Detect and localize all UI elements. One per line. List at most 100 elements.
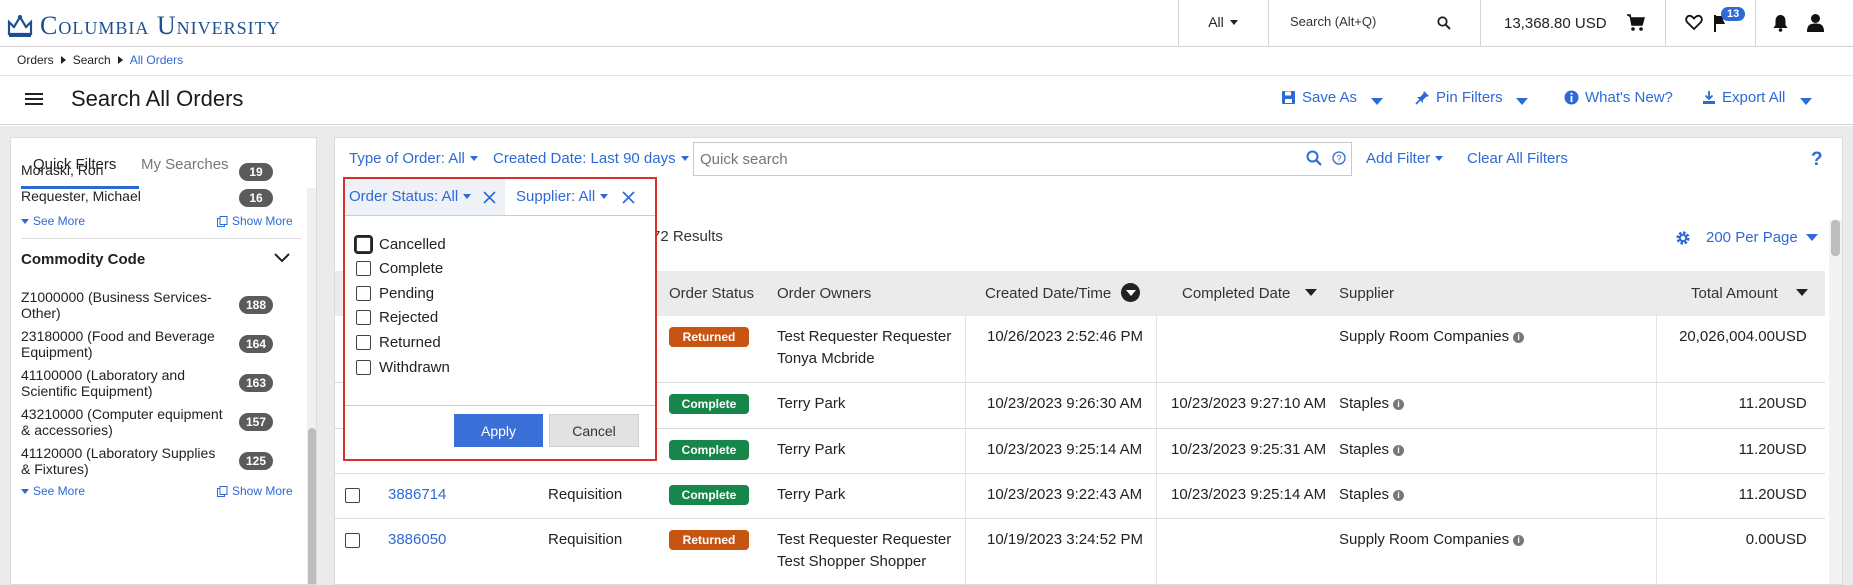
whats-new-button[interactable]: What's New? [1564, 89, 1673, 106]
chevron-down-icon [680, 156, 689, 161]
checkbox[interactable] [356, 360, 371, 375]
info-icon[interactable]: i [1393, 399, 1405, 410]
info-icon[interactable]: i [1513, 332, 1525, 343]
chevron-up-icon[interactable] [274, 253, 290, 263]
supplier-name[interactable]: Supply Room Companies i [1339, 529, 1525, 551]
supplier-name[interactable]: Staples i [1339, 393, 1405, 415]
search-scope-dropdown[interactable]: All [1178, 14, 1268, 30]
results-scrollbar-thumb[interactable] [1831, 220, 1840, 256]
status-option-pending[interactable]: Pending [356, 285, 434, 302]
status-option-cancelled[interactable]: Cancelled [354, 235, 446, 254]
column-header-completed-date[interactable]: Completed Date [1182, 285, 1290, 302]
commodity-code-heading[interactable]: Commodity Code [21, 251, 145, 268]
quick-search-field[interactable] [693, 142, 1352, 176]
pin-filters-button[interactable]: Pin Filters [1415, 89, 1503, 106]
column-header-order-status[interactable]: Order Status [669, 285, 754, 302]
hamburger-menu-icon[interactable] [25, 92, 43, 106]
export-all-button[interactable]: Export All [1702, 89, 1785, 106]
user-profile-icon[interactable] [1806, 13, 1825, 32]
status-badge: Returned [669, 530, 749, 550]
checkbox[interactable] [356, 310, 371, 325]
column-header-supplier[interactable]: Supplier [1339, 285, 1394, 302]
type-of-order-label: Type of Order: All [349, 150, 465, 167]
save-icon [1281, 90, 1296, 105]
order-number-link[interactable]: 3886050 [388, 529, 446, 551]
shopping-cart-icon[interactable] [1626, 13, 1646, 33]
filter-item-label: Requester, Michael [21, 188, 141, 204]
results-scrollbar-track[interactable] [1829, 220, 1842, 584]
created-date: 10/23/2023 9:22:43 AM [987, 486, 1143, 503]
status-option-complete[interactable]: Complete [356, 260, 443, 277]
supplier-name[interactable]: Supply Room Companies i [1339, 326, 1525, 348]
clear-all-filters-link[interactable]: Clear All Filters [1467, 150, 1568, 167]
status-option-returned[interactable]: Returned [356, 334, 441, 351]
remove-order-status-filter-icon[interactable] [483, 191, 496, 204]
status-badge: Complete [669, 440, 749, 460]
checkbox[interactable] [356, 335, 371, 350]
column-header-total-amount[interactable]: Total Amount [1691, 285, 1778, 302]
type-of-order-filter[interactable]: Type of Order: All [349, 150, 478, 167]
sort-descending-icon[interactable] [1121, 283, 1140, 302]
breadcrumb-search[interactable]: Search [73, 53, 111, 67]
status-option-rejected[interactable]: Rejected [356, 309, 438, 326]
caret-right-icon [117, 56, 123, 64]
column-header-order-owners[interactable]: Order Owners [777, 285, 871, 302]
sidebar-filter-item[interactable]: Requester, Michael 16 [21, 188, 291, 207]
save-as-dropdown-icon[interactable] [1371, 98, 1383, 105]
search-icon[interactable] [1437, 16, 1451, 30]
apply-button[interactable]: Apply [454, 414, 543, 447]
created-date-filter[interactable]: Created Date: Last 90 days [493, 150, 689, 167]
heart-icon[interactable] [1685, 14, 1703, 31]
see-more-link[interactable]: See More [21, 484, 85, 498]
cancel-button[interactable]: Cancel [549, 414, 639, 447]
export-all-dropdown-icon[interactable] [1800, 98, 1812, 105]
sidebar-filter-item[interactable]: Z1000000 (Business Services- Other) 188 [21, 289, 291, 321]
remove-supplier-filter-icon[interactable] [622, 191, 635, 204]
order-status-filter[interactable]: Order Status: All [349, 188, 472, 205]
per-page-dropdown[interactable]: 200 Per Page [1706, 229, 1818, 246]
total-amount: 11.20 [1738, 441, 1775, 458]
info-icon[interactable]: i [1393, 490, 1405, 501]
add-filter-button[interactable]: Add Filter [1366, 150, 1444, 167]
quick-search-input[interactable] [700, 151, 1290, 168]
checkbox[interactable] [356, 261, 371, 276]
question-circle-icon[interactable]: ? [1332, 151, 1346, 165]
sidebar-filter-item[interactable]: 23180000 (Food and Beverage Equipment) 1… [21, 328, 291, 360]
supplier-name[interactable]: Staples i [1339, 484, 1405, 506]
cart-total[interactable]: 13,368.80 USD [1504, 15, 1607, 32]
supplier-filter[interactable]: Supplier: All [516, 188, 609, 205]
completed-date: 10/23/2023 9:25:14 AM [1171, 486, 1327, 503]
help-icon[interactable]: ? [1811, 149, 1823, 171]
order-number-link[interactable]: 3886714 [388, 484, 446, 506]
sidebar-filter-item[interactable]: 41100000 (Laboratory and Scientific Equi… [21, 367, 291, 399]
checkbox[interactable] [354, 235, 373, 254]
gear-icon[interactable] [1675, 230, 1691, 246]
sidebar-filter-item[interactable]: 43210000 (Computer equipment & accessori… [21, 406, 291, 438]
supplier-name[interactable]: Staples i [1339, 439, 1405, 461]
university-logo[interactable]: Columbia University [6, 11, 281, 41]
sidebar-filter-item[interactable]: 41120000 (Laboratory Supplies & Fixtures… [21, 445, 291, 477]
info-icon[interactable]: i [1393, 445, 1405, 456]
pin-filters-dropdown-icon[interactable] [1516, 98, 1528, 105]
bell-icon[interactable] [1772, 14, 1789, 32]
save-as-button[interactable]: Save As [1281, 89, 1357, 106]
column-header-created-date[interactable]: Created Date/Time [985, 285, 1111, 302]
show-more-link[interactable]: Show More [217, 484, 293, 498]
show-more-link[interactable]: Show More [217, 214, 293, 228]
sort-icon[interactable] [1796, 289, 1808, 296]
completed-date: 10/23/2023 9:25:31 AM [1171, 441, 1327, 458]
breadcrumb-all-orders[interactable]: All Orders [130, 53, 183, 67]
info-icon[interactable]: i [1513, 535, 1525, 546]
sort-icon[interactable] [1305, 289, 1317, 296]
checkbox[interactable] [356, 286, 371, 301]
sidebar-scrollbar-thumb[interactable] [308, 428, 316, 584]
per-page-label: 200 Per Page [1706, 229, 1798, 246]
row-select-checkbox[interactable] [345, 533, 360, 548]
sidebar-filter-item[interactable]: Moraski, Ron 19 [21, 162, 291, 181]
row-select-checkbox[interactable] [345, 488, 360, 503]
breadcrumb-orders[interactable]: Orders [17, 53, 54, 67]
currency: USD [1775, 328, 1807, 345]
status-option-withdrawn[interactable]: Withdrawn [356, 359, 450, 376]
search-icon[interactable] [1306, 150, 1322, 166]
see-more-link[interactable]: See More [21, 214, 85, 228]
